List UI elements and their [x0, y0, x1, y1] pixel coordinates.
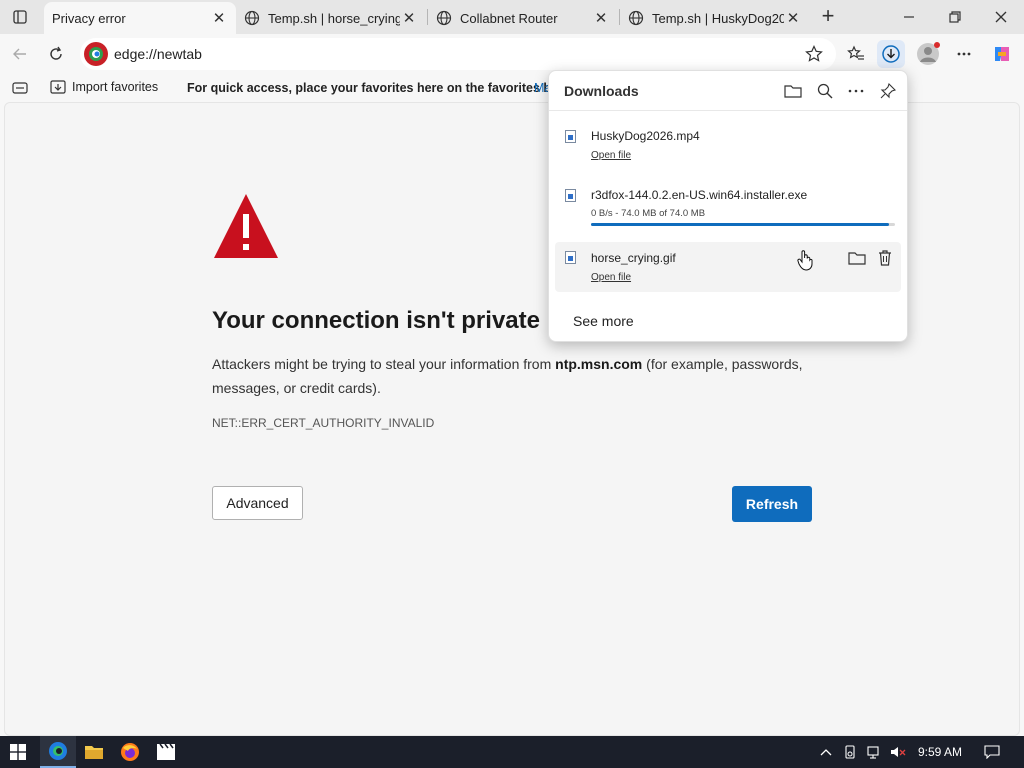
tab-privacy-error[interactable]: Privacy error ✕	[44, 2, 236, 34]
hand-cursor-icon	[795, 250, 815, 271]
new-tab-button[interactable]: +	[816, 5, 840, 29]
download-status: 0 B/s - 74.0 MB of 74.0 MB	[591, 208, 706, 219]
refresh-icon[interactable]	[42, 40, 70, 68]
globe-icon	[244, 10, 260, 26]
hardware-icon[interactable]	[842, 744, 858, 760]
start-button-windows-icon[interactable]	[0, 736, 36, 768]
tab-title: Privacy error	[52, 10, 126, 26]
import-icon	[50, 80, 66, 94]
restore-button[interactable]	[932, 4, 978, 30]
network-icon[interactable]	[866, 744, 882, 760]
tab-collabnet-router[interactable]: Collabnet Router ✕	[428, 2, 618, 34]
download-item[interactable]: HuskyDog2026.mp4 Open file	[555, 126, 901, 166]
download-filename: r3dfox-144.0.2.en-US.win64.installer.exe	[591, 188, 808, 202]
globe-icon	[436, 10, 452, 26]
close-icon[interactable]: ✕	[400, 9, 418, 27]
more-options-icon[interactable]	[845, 80, 867, 102]
see-more-link[interactable]: See more	[573, 313, 634, 329]
edge-taskbar-icon[interactable]	[40, 736, 76, 768]
file-icon	[565, 251, 576, 264]
file-icon	[565, 189, 576, 202]
file-explorer-icon[interactable]	[76, 736, 112, 768]
favorites-bar-hint: For quick access, place your favorites h…	[187, 81, 566, 95]
warning-icon	[214, 194, 278, 258]
profile-avatar-icon[interactable]	[914, 40, 942, 68]
import-favorites-button[interactable]: Import favorites	[50, 80, 158, 94]
browser-toolbar: edge://newtab	[0, 34, 1024, 74]
firefox-icon[interactable]	[112, 736, 148, 768]
tab-actions-icon[interactable]	[6, 6, 34, 28]
edge-logo-icon	[84, 42, 108, 66]
download-progress-fill	[591, 223, 889, 226]
volume-muted-icon[interactable]	[890, 744, 906, 760]
tab-strip: Privacy error ✕ Temp.sh | horse_crying.g…	[0, 0, 1024, 34]
download-item[interactable]: r3dfox-144.0.2.en-US.win64.installer.exe…	[555, 185, 901, 231]
url-text: edge://newtab	[114, 46, 202, 62]
download-item[interactable]: horse_crying.gif Open file	[555, 242, 901, 292]
more-options-icon[interactable]	[950, 40, 978, 68]
error-title: Your connection isn't private	[212, 307, 540, 334]
show-in-folder-icon[interactable]	[847, 248, 867, 268]
downloads-icon[interactable]	[877, 40, 905, 68]
copilot-icon[interactable]	[988, 40, 1016, 68]
open-folder-icon[interactable]	[782, 80, 804, 102]
error-code: NET::ERR_CERT_AUTHORITY_INVALID	[212, 416, 435, 430]
close-icon[interactable]: ✕	[784, 9, 802, 27]
downloads-title: Downloads	[564, 83, 639, 99]
minimize-button[interactable]	[886, 4, 932, 30]
download-filename: horse_crying.gif	[591, 251, 676, 265]
globe-icon	[628, 10, 644, 26]
back-arrow-icon[interactable]	[6, 40, 34, 68]
tab-title: Collabnet Router	[460, 10, 558, 26]
open-file-link[interactable]: Open file	[591, 150, 631, 161]
favorites-icon[interactable]	[842, 40, 870, 68]
tab-temp-horse[interactable]: Temp.sh | horse_crying.gif ✕	[236, 2, 426, 34]
error-description-prefix: Attackers might be trying to steal your …	[212, 356, 556, 372]
import-favorites-label: Import favorites	[72, 80, 159, 94]
tab-title: Temp.sh | HuskyDog2026.mp4	[652, 10, 784, 26]
download-progress-bar	[591, 223, 895, 226]
downloads-header: Downloads	[549, 71, 907, 111]
refresh-button[interactable]: Refresh	[732, 486, 812, 522]
chevron-up-icon[interactable]	[818, 744, 834, 760]
file-icon	[565, 130, 576, 143]
collections-icon[interactable]	[6, 74, 34, 102]
address-bar[interactable]: edge://newtab	[80, 38, 836, 70]
media-app-icon[interactable]	[148, 736, 184, 768]
advanced-button[interactable]: Advanced	[212, 486, 303, 520]
close-icon[interactable]: ✕	[592, 9, 610, 27]
search-icon[interactable]	[814, 80, 836, 102]
notifications-icon[interactable]	[984, 744, 1000, 760]
tab-temp-husky[interactable]: Temp.sh | HuskyDog2026.mp4 ✕	[620, 2, 810, 34]
tab-title: Temp.sh | horse_crying.gif	[268, 10, 400, 26]
taskbar: 9:59 AM	[0, 736, 1024, 768]
favorite-star-icon[interactable]	[800, 40, 828, 68]
close-icon[interactable]: ✕	[210, 9, 228, 27]
close-window-button[interactable]	[978, 4, 1024, 30]
downloads-panel: Downloads HuskyDog2026.mp4 Open file r3d…	[548, 70, 908, 342]
error-host: ntp.msn.com	[555, 356, 643, 372]
open-file-link[interactable]: Open file	[591, 272, 631, 283]
clock-time: 9:59 AM	[918, 745, 963, 759]
error-description: Attackers might be trying to steal your …	[212, 352, 812, 400]
download-filename: HuskyDog2026.mp4	[591, 129, 700, 143]
pin-icon[interactable]	[877, 80, 899, 102]
delete-icon[interactable]	[875, 248, 895, 268]
